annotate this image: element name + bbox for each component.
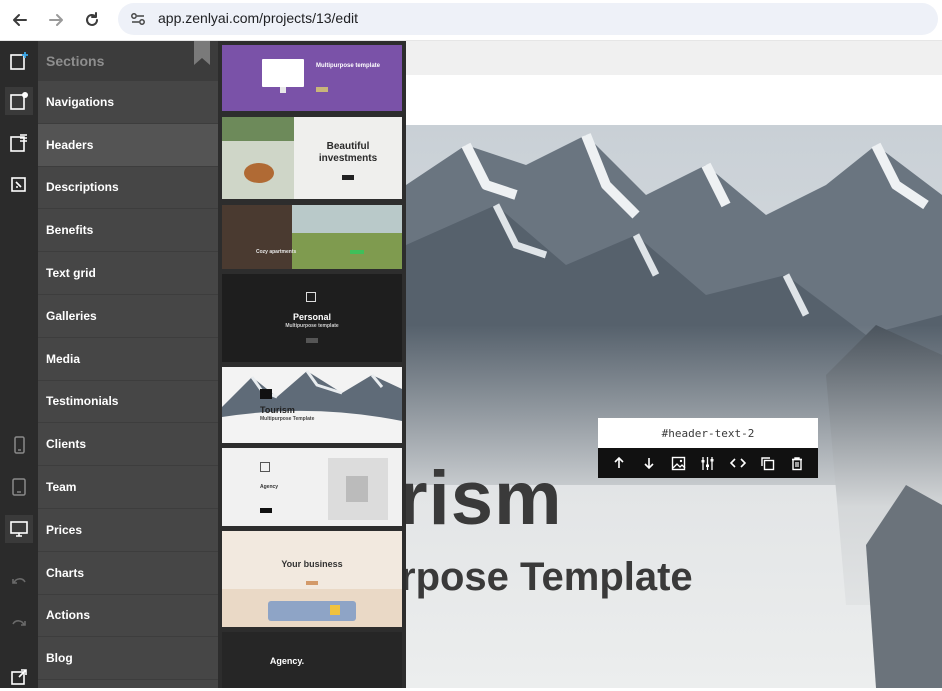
template-thumb-tourism[interactable]: Tourism Multipurpose Template — [222, 367, 402, 443]
template-thumb-apartments[interactable]: Cozy apartments — [222, 205, 402, 269]
bookmark-icon[interactable] — [194, 41, 210, 65]
thumb-subtitle: Multipurpose Template — [260, 416, 315, 422]
browser-toolbar: app.zenlyai.com/projects/13/edit — [0, 0, 942, 41]
undo-button[interactable] — [5, 567, 33, 595]
section-item-descriptions[interactable]: Descriptions — [38, 167, 218, 210]
preview-top-strip — [406, 41, 942, 75]
sections-panel: Sections Navigations Headers Description… — [38, 41, 218, 688]
hero-section[interactable]: rism rpose Template — [406, 125, 942, 688]
reload-button[interactable] — [78, 6, 106, 34]
redo-button[interactable] — [5, 609, 33, 637]
section-item-charts[interactable]: Charts — [38, 552, 218, 595]
undo-icon — [12, 578, 26, 584]
tablet-view-button[interactable] — [5, 473, 33, 501]
settings-sliders-icon — [701, 456, 714, 470]
section-item-prices[interactable]: Prices — [38, 509, 218, 552]
section-item-testimonials[interactable]: Testimonials — [38, 381, 218, 424]
thumb-title: Agency — [260, 484, 279, 490]
duplicate-button[interactable] — [757, 453, 777, 473]
image-frame-icon — [11, 177, 26, 192]
url-text: app.zenlyai.com/projects/13/edit — [158, 10, 358, 26]
section-item-navigations[interactable]: Navigations — [38, 81, 218, 124]
trash-icon — [792, 456, 803, 470]
section-item-headers[interactable]: Headers — [38, 123, 218, 167]
template-thumb-business[interactable]: Your business — [222, 531, 402, 627]
section-item-actions[interactable]: Actions — [38, 595, 218, 638]
duplicate-icon — [761, 456, 775, 470]
page-lines-icon — [10, 134, 27, 152]
page-preview: rism rpose Template #header-text-2 — [406, 41, 942, 688]
template-thumb-investments[interactable]: Beautiful investments — [222, 117, 402, 199]
add-page-icon — [10, 52, 28, 70]
thumb-title: Tourism — [260, 405, 295, 415]
desktop-icon — [10, 521, 28, 537]
tool-rail — [0, 41, 38, 688]
thumb-title: Beautiful investments — [318, 141, 378, 164]
mobile-icon — [14, 436, 25, 454]
site-controls-icon[interactable] — [128, 9, 148, 29]
section-item-text-grid[interactable]: Text grid — [38, 252, 218, 295]
section-item-benefits[interactable]: Benefits — [38, 209, 218, 253]
redo-icon — [12, 620, 26, 626]
chair-graphic — [244, 163, 274, 183]
image-icon — [671, 456, 686, 470]
template-thumb-multipurpose[interactable]: Multipurpose template — [222, 45, 402, 111]
monitor-graphic — [262, 59, 304, 87]
desktop-view-button[interactable] — [5, 515, 33, 543]
section-item-media[interactable]: Media — [38, 338, 218, 381]
external-preview-button[interactable] — [5, 663, 33, 691]
section-item-galleries[interactable]: Galleries — [38, 295, 218, 338]
delete-button[interactable] — [787, 453, 807, 473]
page-dot-icon — [10, 92, 28, 110]
media-button[interactable] — [5, 171, 33, 199]
settings-button[interactable] — [698, 453, 718, 473]
template-thumb-agency-dark[interactable]: Agency. — [222, 632, 402, 688]
move-down-button[interactable] — [639, 453, 659, 473]
sofa-graphic — [268, 601, 356, 621]
template-thumb-personal[interactable]: Personal Multipurpose template — [222, 274, 402, 362]
sections-title: Sections — [46, 53, 105, 69]
logo-box — [260, 462, 270, 472]
mobile-view-button[interactable] — [5, 431, 33, 459]
thumb-title: Cozy apartments — [256, 249, 297, 255]
arrow-left-icon — [13, 14, 27, 26]
forward-button[interactable] — [42, 6, 70, 34]
section-item-team[interactable]: Team — [38, 466, 218, 509]
template-thumb-agency[interactable]: Agency — [222, 448, 402, 526]
template-thumbnails: Multipurpose template Beautiful investme… — [218, 41, 406, 688]
back-button[interactable] — [6, 6, 34, 34]
layers-button[interactable] — [5, 129, 33, 157]
thumb-title: Personal — [292, 312, 332, 322]
external-link-icon — [11, 669, 27, 685]
reload-icon — [86, 12, 98, 26]
hero-subtitle[interactable]: rpose Template — [406, 555, 693, 600]
hero-title[interactable]: rism — [406, 455, 563, 542]
logo-box — [306, 292, 316, 302]
element-actions — [598, 448, 818, 478]
thumb-title: Your business — [281, 559, 343, 569]
selected-element-id: #header-text-2 — [598, 418, 818, 448]
sections-button[interactable] — [5, 87, 33, 115]
code-icon — [729, 458, 746, 468]
tablet-icon — [12, 478, 26, 496]
edit-code-button[interactable] — [728, 453, 748, 473]
move-up-button[interactable] — [609, 453, 629, 473]
mountain-background — [406, 125, 942, 688]
thumb-title: Agency. — [269, 656, 305, 666]
change-image-button[interactable] — [668, 453, 688, 473]
thumb-subtitle: Multipurpose template — [285, 323, 339, 329]
arrow-up-icon — [614, 456, 624, 468]
arrow-right-icon — [49, 14, 63, 26]
section-item-blog[interactable]: Blog — [38, 637, 218, 681]
add-section-button[interactable] — [5, 47, 33, 75]
arrow-down-icon — [643, 458, 654, 470]
thumb-title: Multipurpose template — [316, 63, 381, 69]
address-bar[interactable]: app.zenlyai.com/projects/13/edit — [118, 3, 938, 35]
section-item-clients[interactable]: Clients — [38, 423, 218, 467]
sections-header: Sections — [38, 41, 218, 81]
element-toolbar: #header-text-2 — [598, 418, 818, 478]
